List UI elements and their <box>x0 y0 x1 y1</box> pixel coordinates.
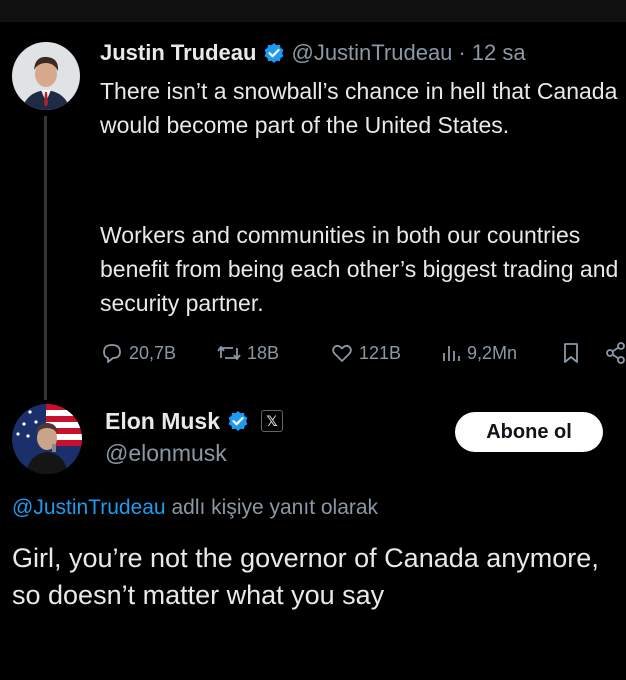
x-affiliation-badge: 𝕏 <box>261 410 284 432</box>
views-button[interactable]: 9,2Mn <box>440 338 517 368</box>
repost-button[interactable]: 18B <box>216 338 279 368</box>
bookmark-button[interactable] <box>560 338 587 368</box>
tweet1-paragraph-1: There isn’t a snowball’s chance in hell … <box>100 74 620 142</box>
verified-badge-icon <box>227 410 249 432</box>
tweet2-header: Elon Musk 𝕏 <box>105 404 284 438</box>
tweet1-action-bar: 20,7B 18B 121B 9,2Mn <box>100 338 626 368</box>
repost-icon <box>217 345 241 361</box>
tweet1-header: Justin Trudeau @JustinTrudeau · 12 sa <box>100 36 526 70</box>
reply-suffix: adlı kişiye yanıt olarak <box>165 496 379 519</box>
reply-count: 20,7B <box>129 342 177 363</box>
share-icon <box>606 342 625 364</box>
verified-badge-icon <box>263 42 285 64</box>
reply-mention-link[interactable]: @JustinTrudeau <box>12 496 166 519</box>
views-icon <box>443 346 460 361</box>
tweet1-paragraph-2: Workers and communities in both our coun… <box>100 218 620 320</box>
tweet-time[interactable]: 12 sa <box>472 40 526 66</box>
repost-count: 18B <box>247 342 280 363</box>
time-separator: · <box>458 40 466 65</box>
tweet1-text-2: Workers and communities in both our coun… <box>100 222 619 316</box>
tweet1-text-1: There isn’t a snowball’s chance in hell … <box>100 78 618 138</box>
top-band <box>0 0 626 22</box>
thread-line <box>44 116 47 400</box>
bookmark-icon <box>564 343 578 363</box>
author-name[interactable]: Justin Trudeau <box>100 40 256 66</box>
views-count: 9,2Mn <box>467 342 518 363</box>
trudeau-avatar[interactable] <box>12 42 80 110</box>
replying-to-line: @JustinTrudeau adlı kişiye yanıt olarak <box>12 496 378 520</box>
author-handle[interactable]: @elonmusk <box>105 440 227 467</box>
author-handle[interactable]: @JustinTrudeau <box>291 40 452 66</box>
like-count: 121B <box>359 342 402 363</box>
musk-avatar[interactable] <box>12 404 82 474</box>
like-icon <box>332 344 352 362</box>
like-button[interactable]: 121B <box>330 338 401 368</box>
reply-button[interactable]: 20,7B <box>100 338 176 368</box>
follow-button[interactable]: Abone ol <box>455 412 603 452</box>
reply-icon <box>103 344 121 363</box>
share-button[interactable] <box>604 338 626 368</box>
tweet2-text: Girl, you’re not the governor of Canada … <box>12 543 599 610</box>
author-name[interactable]: Elon Musk <box>105 408 220 435</box>
